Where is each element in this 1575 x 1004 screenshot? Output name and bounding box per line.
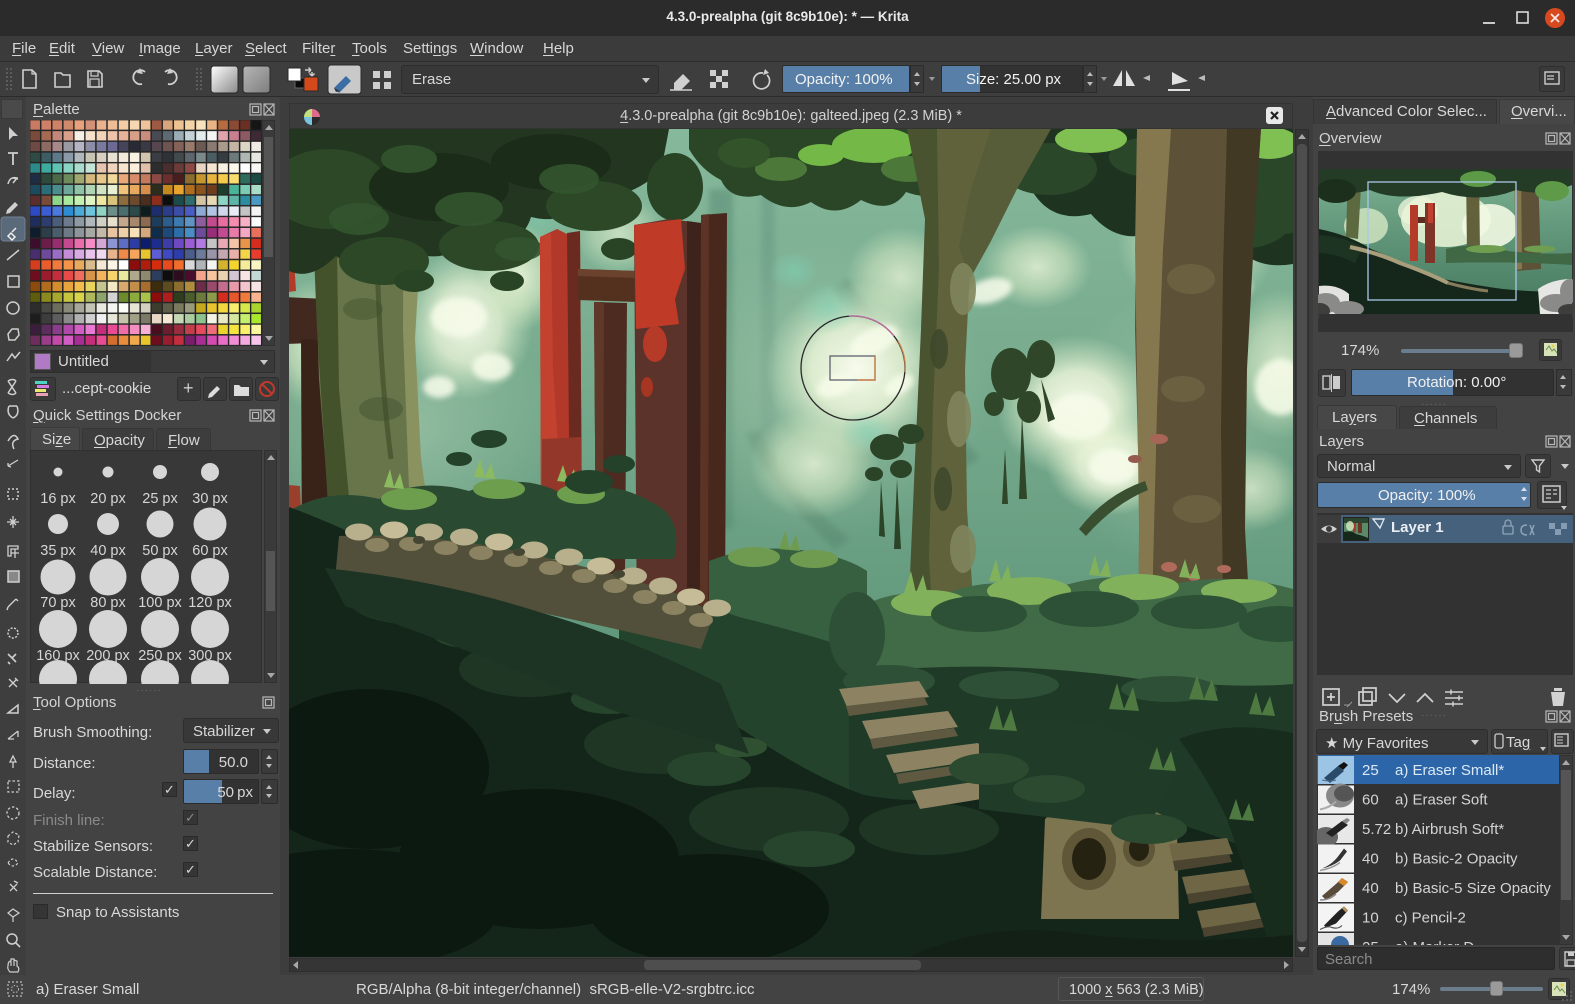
svg-text:25: 25 [1362,939,1379,945]
svg-text:60 px: 60 px [192,543,228,559]
svg-text:40: 40 [1362,851,1379,868]
svg-text:100 px: 100 px [138,595,182,611]
svg-text:a) Eraser Soft: a) Eraser Soft [1395,792,1488,809]
svg-text:a) Eraser Small*: a) Eraser Small* [1395,762,1504,779]
svg-text:b) Airbrush Soft*: b) Airbrush Soft* [1395,821,1504,838]
svg-text:5.72: 5.72 [1362,821,1391,838]
svg-text:25 px: 25 px [142,491,178,507]
svg-text:16 px: 16 px [40,491,76,507]
svg-text:60: 60 [1362,792,1379,809]
svg-text:120 px: 120 px [188,595,232,611]
svg-text:b) Basic-5 Size Opacity: b) Basic-5 Size Opacity [1395,880,1551,897]
svg-text:a) Marker D...: a) Marker D... [1395,939,1487,945]
svg-text:c) Pencil-2: c) Pencil-2 [1395,910,1466,927]
svg-text:b) Basic-2 Opacity: b) Basic-2 Opacity [1395,851,1518,868]
svg-text:80 px: 80 px [90,595,126,611]
svg-text:30 px: 30 px [192,491,228,507]
svg-text:10: 10 [1362,910,1379,927]
svg-text:20 px: 20 px [90,491,126,507]
svg-text:25: 25 [1362,762,1379,779]
svg-text:70 px: 70 px [40,595,76,611]
svg-text:50 px: 50 px [142,543,178,559]
svg-text:35 px: 35 px [40,543,76,559]
svg-text:40 px: 40 px [90,543,126,559]
svg-text:40: 40 [1362,880,1379,897]
